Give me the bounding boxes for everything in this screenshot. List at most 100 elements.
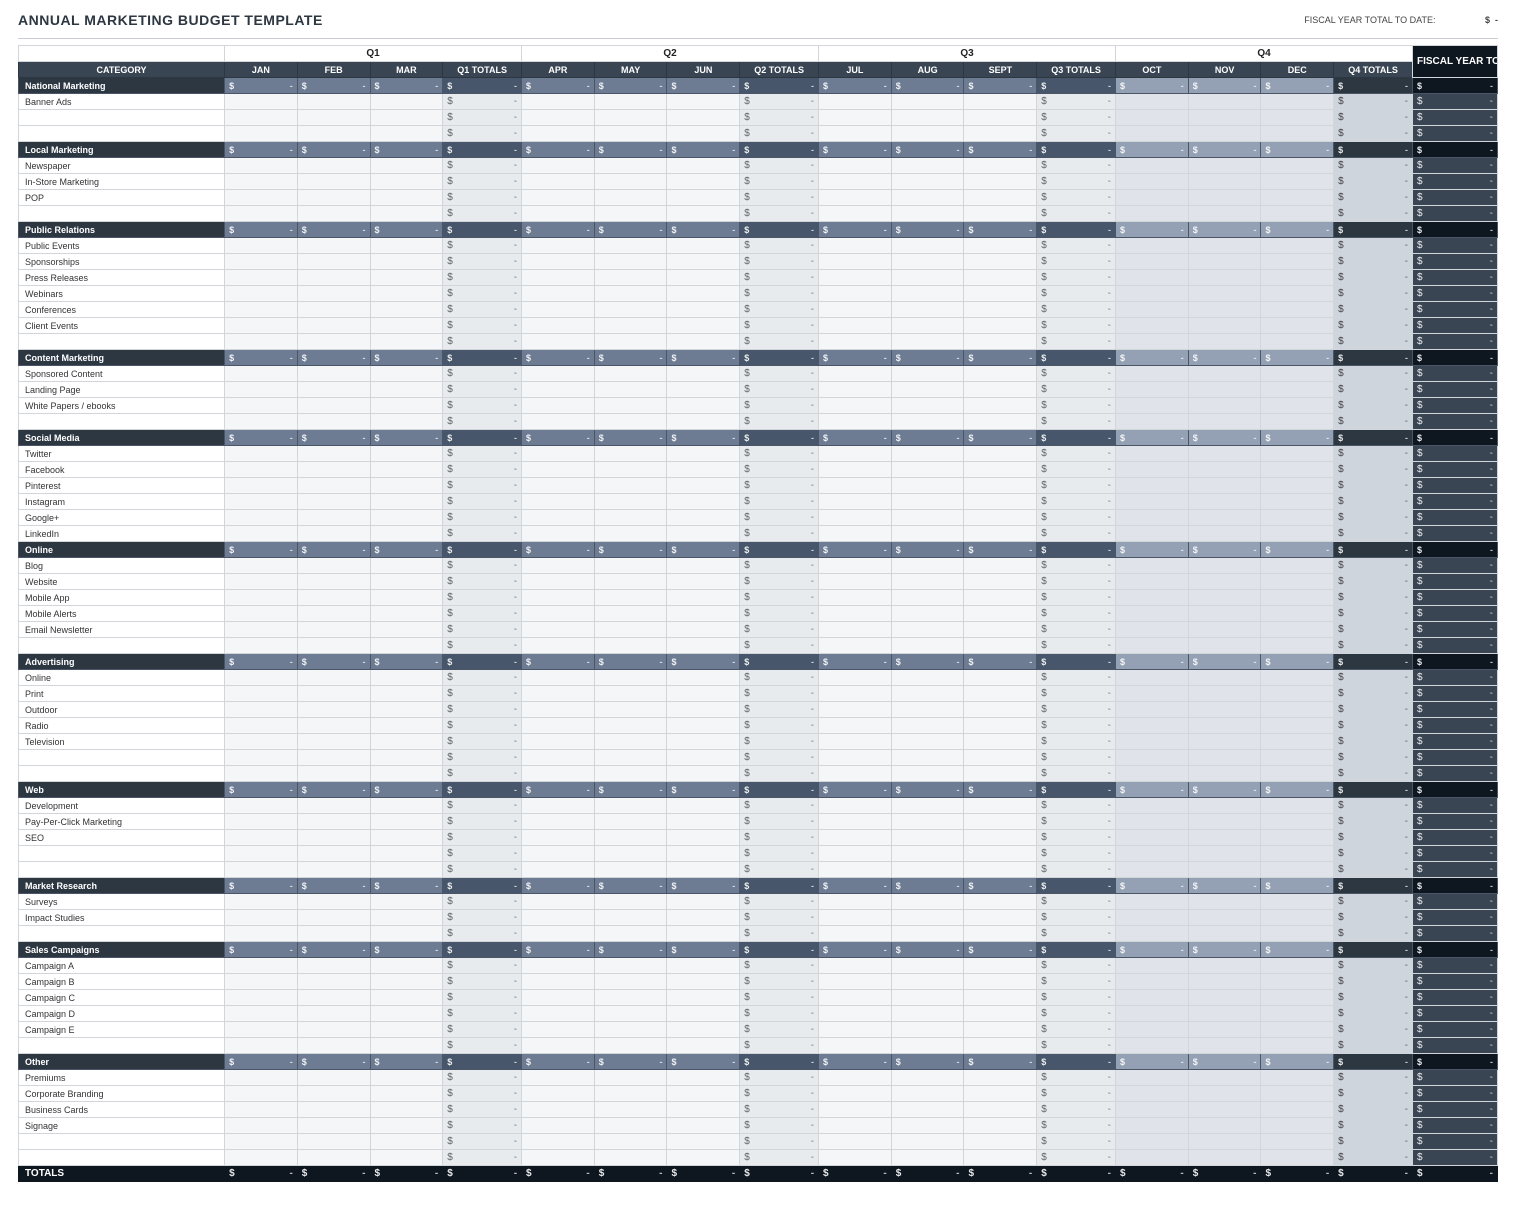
value-cell[interactable]: $- xyxy=(1334,526,1413,542)
value-cell[interactable]: $- xyxy=(1037,94,1116,110)
value-cell[interactable] xyxy=(1188,1150,1261,1166)
value-cell[interactable] xyxy=(964,174,1037,190)
value-cell[interactable]: $- xyxy=(1334,1118,1413,1134)
value-cell[interactable]: $- xyxy=(1334,318,1413,334)
value-cell[interactable] xyxy=(667,958,740,974)
value-cell[interactable] xyxy=(522,990,595,1006)
value-cell[interactable]: $- xyxy=(1334,734,1413,750)
value-cell[interactable]: $- xyxy=(297,1054,370,1070)
value-cell[interactable] xyxy=(225,1134,298,1150)
value-cell[interactable] xyxy=(1116,302,1189,318)
value-cell[interactable]: $- xyxy=(819,1054,892,1070)
value-cell[interactable] xyxy=(1116,958,1189,974)
value-cell[interactable] xyxy=(1188,1070,1261,1086)
value-cell[interactable] xyxy=(1261,766,1334,782)
value-cell[interactable] xyxy=(225,494,298,510)
value-cell[interactable] xyxy=(1116,1022,1189,1038)
value-cell[interactable] xyxy=(891,734,964,750)
value-cell[interactable] xyxy=(594,686,667,702)
value-cell[interactable]: $- xyxy=(740,462,819,478)
value-cell[interactable] xyxy=(891,718,964,734)
value-cell[interactable]: $- xyxy=(443,654,522,670)
value-cell[interactable] xyxy=(964,718,1037,734)
value-cell[interactable] xyxy=(891,1006,964,1022)
value-cell[interactable] xyxy=(964,1022,1037,1038)
value-cell[interactable] xyxy=(819,622,892,638)
value-cell[interactable] xyxy=(522,270,595,286)
value-cell[interactable] xyxy=(1116,334,1189,350)
value-cell[interactable] xyxy=(594,478,667,494)
value-cell[interactable]: $- xyxy=(594,942,667,958)
value-cell[interactable]: $- xyxy=(594,782,667,798)
value-cell[interactable] xyxy=(964,910,1037,926)
value-cell[interactable] xyxy=(964,750,1037,766)
value-cell[interactable] xyxy=(297,190,370,206)
value-cell[interactable] xyxy=(594,1102,667,1118)
value-cell[interactable] xyxy=(1116,494,1189,510)
value-cell[interactable] xyxy=(1116,462,1189,478)
value-cell[interactable] xyxy=(891,446,964,462)
value-cell[interactable] xyxy=(594,238,667,254)
value-cell[interactable] xyxy=(891,318,964,334)
value-cell[interactable]: $- xyxy=(1413,862,1498,878)
value-cell[interactable]: $- xyxy=(1413,702,1498,718)
value-cell[interactable]: $- xyxy=(443,478,522,494)
value-cell[interactable]: $- xyxy=(443,126,522,142)
value-cell[interactable] xyxy=(964,1070,1037,1086)
value-cell[interactable]: $- xyxy=(740,238,819,254)
value-cell[interactable] xyxy=(225,526,298,542)
value-cell[interactable] xyxy=(1261,382,1334,398)
value-cell[interactable]: $- xyxy=(1334,78,1413,94)
value-cell[interactable] xyxy=(819,926,892,942)
value-cell[interactable]: $- xyxy=(1037,606,1116,622)
value-cell[interactable]: $- xyxy=(522,654,595,670)
value-cell[interactable]: $- xyxy=(1037,574,1116,590)
value-cell[interactable] xyxy=(594,574,667,590)
value-cell[interactable]: $- xyxy=(740,958,819,974)
value-cell[interactable]: $- xyxy=(1334,638,1413,654)
value-cell[interactable]: $- xyxy=(1334,1102,1413,1118)
value-cell[interactable]: $- xyxy=(522,222,595,238)
value-cell[interactable]: $- xyxy=(667,1166,740,1182)
value-cell[interactable] xyxy=(1261,974,1334,990)
value-cell[interactable]: $- xyxy=(225,942,298,958)
value-cell[interactable]: $- xyxy=(819,942,892,958)
value-cell[interactable] xyxy=(225,830,298,846)
value-cell[interactable]: $- xyxy=(1116,142,1189,158)
value-cell[interactable] xyxy=(1116,846,1189,862)
value-cell[interactable] xyxy=(667,366,740,382)
value-cell[interactable]: $- xyxy=(443,158,522,174)
value-cell[interactable] xyxy=(1116,94,1189,110)
value-cell[interactable] xyxy=(225,718,298,734)
value-cell[interactable]: $- xyxy=(740,558,819,574)
value-cell[interactable]: $- xyxy=(1413,1086,1498,1102)
value-cell[interactable]: $- xyxy=(891,78,964,94)
value-cell[interactable]: $- xyxy=(740,814,819,830)
value-cell[interactable] xyxy=(1261,1118,1334,1134)
value-cell[interactable]: $- xyxy=(1037,750,1116,766)
value-cell[interactable] xyxy=(1188,254,1261,270)
value-cell[interactable]: $- xyxy=(1037,238,1116,254)
value-cell[interactable]: $- xyxy=(1413,750,1498,766)
value-cell[interactable] xyxy=(522,1070,595,1086)
value-cell[interactable]: $- xyxy=(740,1118,819,1134)
value-cell[interactable]: $- xyxy=(443,270,522,286)
value-cell[interactable] xyxy=(370,622,443,638)
value-cell[interactable] xyxy=(819,1086,892,1102)
value-cell[interactable]: $- xyxy=(1116,430,1189,446)
value-cell[interactable] xyxy=(297,366,370,382)
value-cell[interactable]: $- xyxy=(443,862,522,878)
value-cell[interactable] xyxy=(1188,558,1261,574)
value-cell[interactable]: $- xyxy=(1037,718,1116,734)
value-cell[interactable]: $- xyxy=(443,878,522,894)
value-cell[interactable] xyxy=(225,766,298,782)
value-cell[interactable]: $- xyxy=(1261,1054,1334,1070)
value-cell[interactable]: $- xyxy=(740,302,819,318)
value-cell[interactable]: $- xyxy=(1413,766,1498,782)
value-cell[interactable]: $- xyxy=(740,334,819,350)
value-cell[interactable] xyxy=(1116,574,1189,590)
value-cell[interactable] xyxy=(522,814,595,830)
value-cell[interactable]: $- xyxy=(443,686,522,702)
value-cell[interactable]: $- xyxy=(1334,1150,1413,1166)
value-cell[interactable] xyxy=(225,974,298,990)
